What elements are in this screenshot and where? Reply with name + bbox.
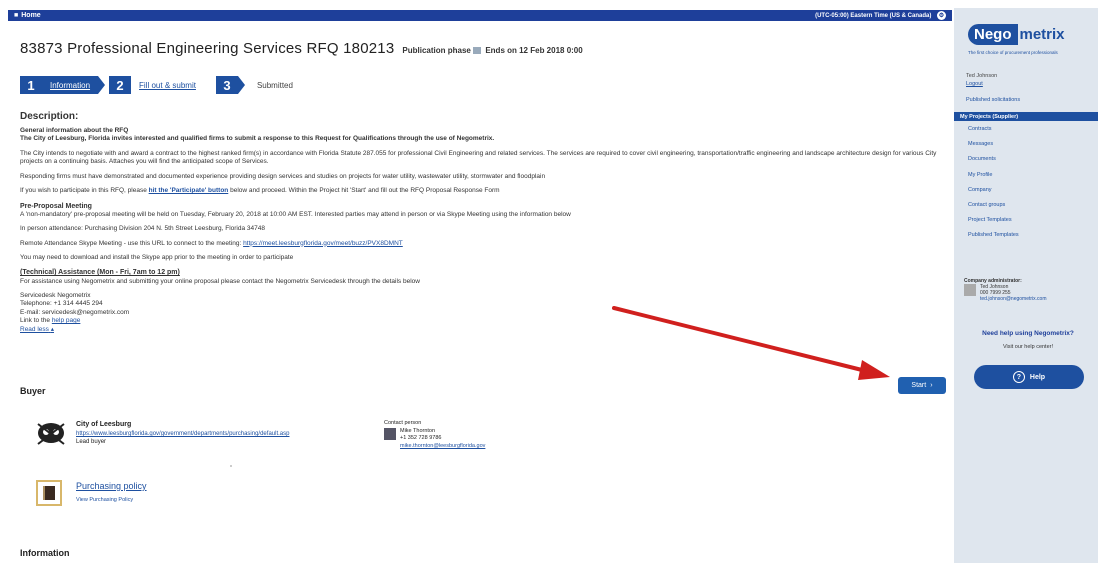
top-bar: ■ Home (UTC-05:00) Eastern Time (US & Ca… [8,10,952,21]
chevron-up-icon: ▴ [50,325,54,333]
participate-post: below and proceed. Within the Project hi… [230,187,500,195]
logo-part-a: Nego [968,24,1018,45]
buyer-logo-icon [37,423,65,445]
contact-details: Mike Thornton +1 352 728 9786 mike.thorn… [384,427,485,451]
view-policy-link[interactable]: View Purchasing Policy [76,497,133,503]
contact-name: Mike Thornton [400,427,436,434]
participate-pre: If you wish to participate in this RFQ, … [20,187,147,195]
my-projects-item[interactable]: My Projects (Supplier) [954,112,1098,121]
help-page-link[interactable]: help page [52,317,81,324]
company-admin: Company administrator: Ted Johnson 000 7… [964,278,1090,302]
contact-avatar [384,427,396,440]
pre-proposal-heading: Pre-Proposal Meeting [20,202,92,210]
sidebar-item-company[interactable]: Company [968,187,1019,202]
tech-assistance-text: For assistance using Negometrix and subm… [20,277,420,285]
policy-book-icon[interactable] [36,480,62,506]
description-heading: Description: [20,111,79,122]
information-heading: Information [20,548,70,558]
in-person-text: In person attendance: Purchasing Divisio… [20,225,265,233]
contact-phone: +1 352 728 9786 [400,435,442,442]
responding-text: Responding firms must have demonstrated … [20,172,546,180]
sidebar-item-messages[interactable]: Messages [968,141,1019,156]
avatar [964,284,976,296]
negometrix-logo[interactable]: Nego metrix [968,24,1065,45]
sidebar-menu: Contracts Messages Documents My Profile … [968,126,1019,248]
header: 83873 Professional Engineering Services … [20,40,583,57]
home-icon: ■ [14,12,19,19]
phase-label: Publication phase [402,46,471,55]
buyer-org: City of Leesburg [76,421,132,428]
buyer-heading: Buyer [20,386,46,396]
buyer-url[interactable]: https://www.leesburgflorida.gov/governme… [76,430,289,438]
sidebar-item-project-templates[interactable]: Project Templates [968,217,1019,232]
participate-text: If you wish to participate in this RFQ, … [20,187,940,195]
wizard-steps: 1 Information 2 Fill out & submit 3 Subm… [20,76,301,94]
phase-end-date: Ends on 12 Feb 2018 0:00 [485,46,583,55]
company-admin-email[interactable]: ted.johnson@negometrix.com [980,296,1047,302]
sidebar-item-profile[interactable]: My Profile [968,172,1019,187]
purchasing-policy-link[interactable]: Purchasing policy [76,481,147,491]
help-page-pre: Link to the [20,317,50,325]
sidebar-item-contact-groups[interactable]: Contact groups [968,202,1019,217]
start-button[interactable]: Start › [898,377,946,394]
question-icon: ? [1012,371,1025,383]
general-info-heading: General information about the RFQ [20,127,129,134]
sidebar-item-contracts[interactable]: Contracts [968,126,1019,141]
settings-icon[interactable]: ⚙ [937,11,946,20]
step-arrow [237,76,245,94]
step-arrow [98,76,106,94]
contact-label: Contact person [384,420,422,426]
start-label: Start [911,382,927,389]
chevron-right-icon: › [930,382,933,389]
user-name: Ted Johnson [966,73,998,79]
company-admin-details: Ted Johnson 000 7999 255 ted.johnson@neg… [964,284,1090,302]
help-heading: Need help using Negometrix? [982,330,1074,337]
skype-meeting-link[interactable]: https://meet.leesburgflorida.gov/meet/bu… [243,240,403,247]
published-solicitations-link[interactable]: Published solicitations [966,97,1020,103]
home-label: Home [21,12,41,19]
step-information[interactable]: Information [42,76,99,94]
home-link[interactable]: ■ Home [14,12,41,19]
remote-label: Remote Attendance Skype Meeting - use th… [20,239,242,247]
help-subtext: Visit our help center! [1002,344,1054,350]
buyer-role: Lead buyer [76,439,107,446]
remote-text: Remote Attendance Skype Meeting - use th… [20,240,940,248]
step-submitted: Submitted [256,80,293,90]
participate-link[interactable]: hit the 'Participate' button [149,187,229,194]
contact-person: Contact person Mike Thornton +1 352 728 … [384,420,485,451]
timezone-label: (UTC-05:00) Eastern Time (US & Canada) [815,13,932,19]
calendar-icon [473,47,482,54]
divider-dot [230,465,232,467]
sidebar-item-documents[interactable]: Documents [968,156,1019,171]
intent-text: The City intends to negotiate with and a… [20,149,937,166]
contact-email[interactable]: mike.thornton@leesburgflorida.gov [400,443,485,451]
sidebar-item-published-templates[interactable]: Published Templates [968,232,1019,247]
timezone-selector[interactable]: (UTC-05:00) Eastern Time (US & Canada) ⚙ [815,11,946,20]
skype-text: You may need to download and install the… [20,254,294,262]
tech-assistance-heading: (Technical) Assistance (Mon - Fri, 7am t… [20,269,180,277]
step-2-number: 2 [109,76,132,94]
general-info-text: The City of Leesburg, Florida invites in… [20,135,495,143]
step-fill-submit[interactable]: Fill out & submit [131,76,204,94]
step-3-number: 3 [215,76,238,94]
help-label: Help [1029,373,1046,381]
logo-part-b: metrix [1019,26,1065,43]
page-title: 83873 Professional Engineering Services … [20,40,395,57]
step-1-number: 1 [20,76,42,94]
help-button[interactable]: ? Help [974,365,1084,389]
read-less-label: Read less [20,325,49,333]
right-sidebar: Nego metrix The first choice of procurem… [954,8,1098,563]
pre-proposal-text: A 'non-mandatory' pre-proposal meeting w… [20,210,571,218]
annotation-arrow [612,306,890,380]
tagline: The first choice of procurement professi… [968,50,1058,55]
phase-info: Publication phase Ends on 12 Feb 2018 0:… [402,46,582,55]
buyer-info: City of Leesburg https://www.leesburgflo… [76,420,289,447]
logout-link[interactable]: Logout [966,81,983,87]
